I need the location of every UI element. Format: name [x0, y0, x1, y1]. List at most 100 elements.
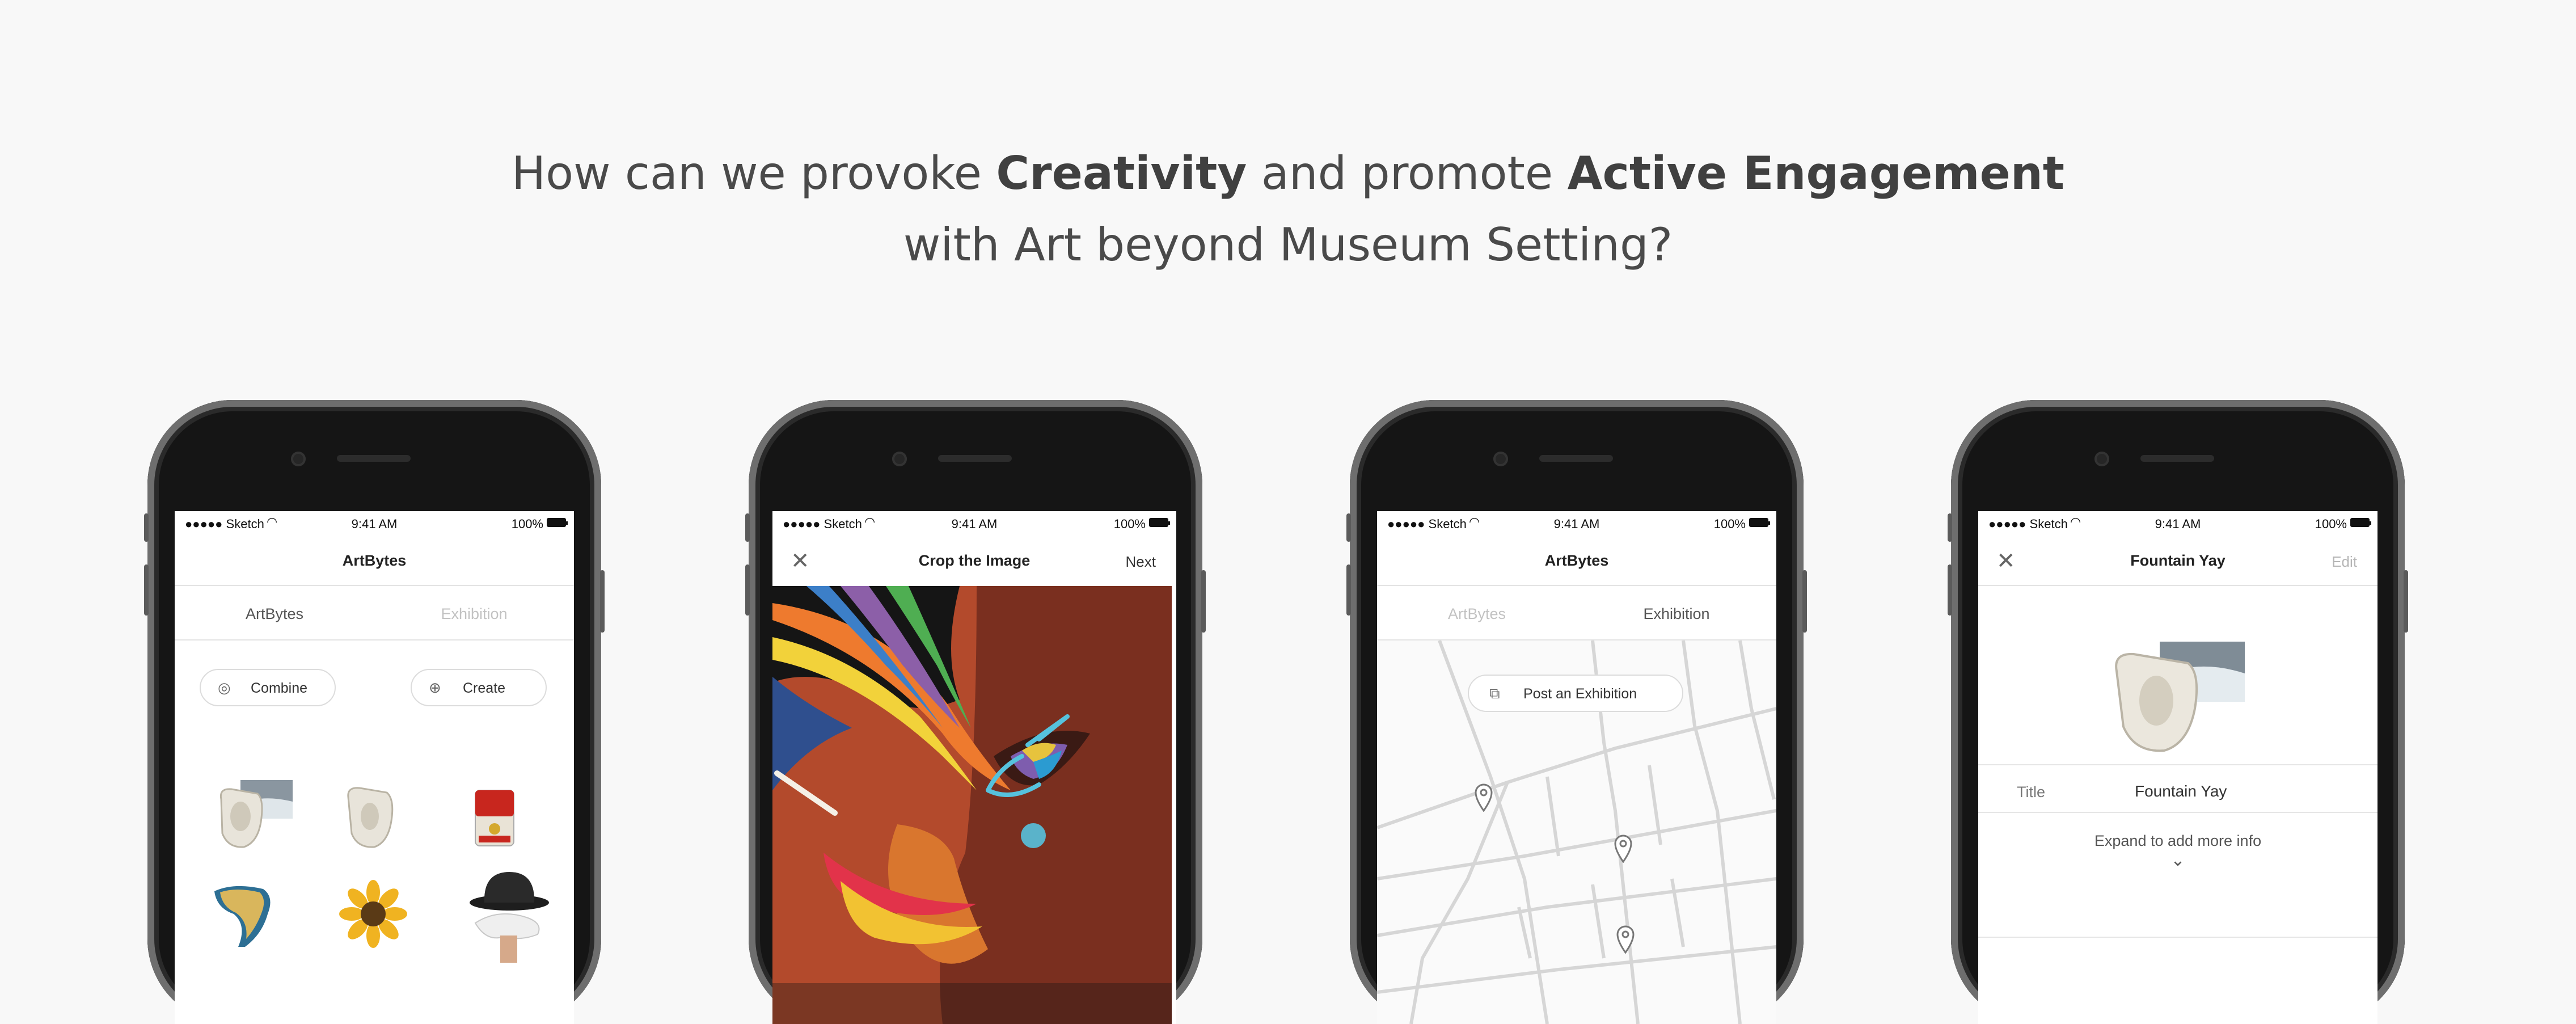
nav-bar: ✕ Crop the Image Next [772, 536, 1176, 586]
create-button[interactable]: ⊕ Create [411, 669, 547, 706]
exhibition-map[interactable]: ⧉ Post an Exhibition [1377, 639, 1776, 1024]
headline-line-1: How can we provoke Creativity and promot… [0, 138, 2576, 209]
battery-icon [547, 518, 568, 527]
mute-switch [144, 513, 149, 542]
volume-up-button [745, 564, 750, 616]
detail-screen: ●●●●● Sketch ◠ 9:41 AM 100% ✕ Fountain Y… [1978, 511, 2377, 1024]
thumb-urinal[interactable] [343, 783, 405, 857]
headline-line-2: with Art beyond Museum Setting? [903, 218, 1673, 271]
earpiece-speaker [938, 455, 1012, 462]
front-camera [892, 452, 907, 466]
headline-emphasis-creativity: Creativity [996, 147, 1247, 200]
neck [500, 935, 517, 963]
status-bar: ●●●●● Sketch ◠ 9:41 AM 100% [1377, 511, 1776, 536]
urinal-bowl [230, 802, 251, 831]
tab-exhibition[interactable]: Exhibition [374, 605, 574, 623]
volume-up-button [1346, 564, 1351, 616]
urinal-bowl [2139, 676, 2173, 726]
earpiece-speaker [1539, 455, 1613, 462]
earpiece-speaker [2140, 455, 2214, 462]
power-button [1802, 570, 1807, 633]
thumb-soup-can[interactable] [473, 787, 516, 849]
dove-body [474, 913, 540, 939]
battery-percent: 100% [1713, 517, 1746, 531]
thumb-sunflower[interactable] [339, 880, 407, 948]
post-icon: ⧉ [1489, 685, 1500, 702]
combine-icon: ◎ [218, 679, 231, 696]
phone-frame-artbytes: ●●●●● Sketch ◠ 9:41 AM 100% ArtBytes Art… [144, 400, 605, 1024]
headline-text: How can we provoke [511, 147, 996, 200]
post-exhibition-label: Post an Exhibition [1523, 686, 1637, 702]
exhibition-screen: ●●●●● Sketch ◠ 9:41 AM 100% ArtBytes Art… [1377, 511, 1776, 1024]
battery-percent: 100% [2315, 517, 2347, 531]
segmented-control: ArtBytes Exhibition [175, 586, 574, 640]
nav-title: Fountain Yay [2130, 552, 2226, 569]
battery-percent: 100% [1113, 517, 1146, 531]
plus-circle-icon: ⊕ [429, 679, 441, 696]
combine-button[interactable]: ◎ Combine [200, 669, 336, 706]
front-camera [2094, 452, 2109, 466]
artbyte-preview-image [2115, 642, 2245, 752]
mute-switch [1948, 513, 1952, 542]
map-pin-icon[interactable] [1615, 924, 1636, 954]
tab-artbytes[interactable]: ArtBytes [1377, 605, 1577, 623]
battery-icon [1749, 518, 1770, 527]
headline: How can we provoke Creativity and promot… [0, 138, 2576, 281]
thumb-melting-clock[interactable] [211, 880, 285, 948]
battery-percent: 100% [511, 517, 543, 531]
divider [1978, 812, 2377, 813]
crop-screen: ●●●●● Sketch ◠ 9:41 AM 100% ✕ Crop the I… [772, 511, 1176, 1024]
power-button [600, 570, 605, 633]
phone-frame-detail: ●●●●● Sketch ◠ 9:41 AM 100% ✕ Fountain Y… [1948, 400, 2408, 1024]
next-button[interactable]: Next [1126, 553, 1156, 571]
can-label-band [479, 836, 510, 842]
volume-up-button [144, 564, 149, 616]
battery-icon [1149, 518, 1170, 527]
front-camera [1493, 452, 1508, 466]
divider [1978, 764, 2377, 765]
sunflower-center [361, 901, 386, 926]
mute-switch [1346, 513, 1351, 542]
artwork-lower-shade [772, 983, 1172, 1024]
crop-canvas-artwork[interactable] [772, 586, 1172, 1024]
nav-bar: ArtBytes [1377, 536, 1776, 586]
crop-handle[interactable] [1021, 823, 1046, 848]
front-camera [291, 452, 306, 466]
nav-title: Crop the Image [918, 552, 1031, 569]
artbytes-screen: ●●●●● Sketch ◠ 9:41 AM 100% ArtBytes Art… [175, 511, 574, 1024]
battery-icon [2350, 518, 2371, 527]
expand-more-info[interactable]: Expand to add more info [1978, 832, 2377, 850]
power-button [2404, 570, 2408, 633]
power-button [1201, 570, 1206, 633]
segmented-control: ArtBytes Exhibition [1377, 586, 1776, 640]
post-exhibition-button[interactable]: ⧉ Post an Exhibition [1468, 675, 1683, 712]
map-pin-icon[interactable] [1613, 833, 1633, 863]
status-bar: ●●●●● Sketch ◠ 9:41 AM 100% [772, 511, 1176, 536]
thumb-bowler-hat-dove[interactable] [458, 869, 549, 965]
title-field-label: Title [2017, 783, 2046, 800]
combine-label: Combine [251, 680, 308, 696]
divider [1978, 937, 2377, 938]
tab-exhibition[interactable]: Exhibition [1577, 605, 1776, 623]
urinal-bowl [361, 803, 379, 830]
status-bar: ●●●●● Sketch ◠ 9:41 AM 100% [175, 511, 574, 536]
headline-text: and promote [1247, 147, 1568, 200]
nav-title: ArtBytes [342, 552, 407, 569]
create-label: Create [463, 680, 506, 696]
volume-up-button [1948, 564, 1952, 616]
phone-frame-crop: ●●●●● Sketch ◠ 9:41 AM 100% ✕ Crop the I… [745, 400, 1206, 1024]
status-bar: ●●●●● Sketch ◠ 9:41 AM 100% [1978, 511, 2377, 536]
tab-artbytes[interactable]: ArtBytes [175, 605, 374, 623]
chevron-down-icon[interactable]: ⌄ [1978, 850, 2377, 870]
headline-emphasis-engagement: Active Engagement [1567, 147, 2065, 200]
thumb-urinal-with-seascape[interactable] [209, 777, 294, 856]
mute-switch [745, 513, 750, 542]
edit-button[interactable]: Edit [2332, 553, 2357, 571]
earpiece-speaker [337, 455, 411, 462]
phone-frame-exhibition: ●●●●● Sketch ◠ 9:41 AM 100% ArtBytes Art… [1346, 400, 1807, 1024]
nav-bar: ArtBytes [175, 536, 574, 586]
nav-title: ArtBytes [1544, 552, 1609, 569]
map-pin-icon[interactable] [1473, 782, 1494, 812]
title-field-value[interactable]: Fountain Yay [2135, 782, 2227, 800]
nav-bar: ✕ Fountain Yay Edit [1978, 536, 2377, 586]
